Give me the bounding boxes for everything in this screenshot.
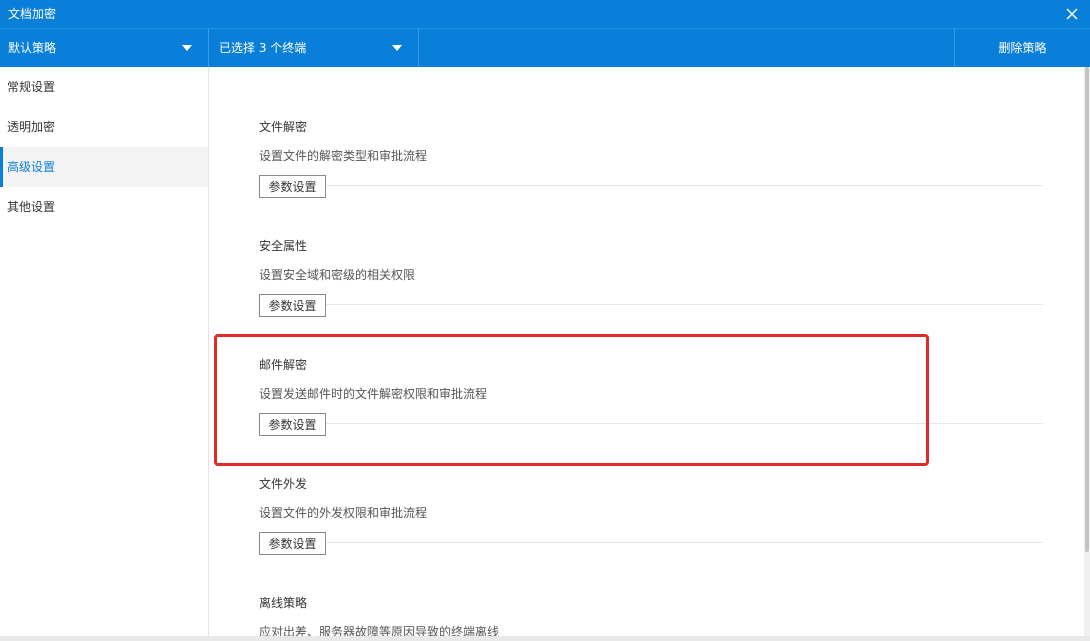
section-description: 设置文件的外发权限和审批流程 [259, 506, 428, 520]
terminals-dropdown[interactable]: 已选择 3 个终端 [209, 29, 419, 67]
sidebar-item-advanced[interactable]: 高级设置 [0, 147, 208, 187]
caret-down-icon [182, 45, 192, 51]
sidebar-item-other[interactable]: 其他设置 [0, 187, 208, 227]
title-bar: 文档加密 [0, 0, 1090, 28]
caret-down-icon [392, 45, 402, 51]
toolbar: 默认策略 已选择 3 个终端 删除策略 [0, 28, 1090, 67]
section-description: 设置发送邮件时的文件解密权限和审批流程 [259, 387, 488, 401]
sidebar: 常规设置 透明加密 高级设置 其他设置 [0, 67, 209, 641]
section-file-outgoing: 文件外发 设置文件的外发权限和审批流程 参数设置 [259, 424, 1043, 555]
section-title: 文件解密 [259, 120, 308, 134]
terminals-dropdown-label: 已选择 3 个终端 [219, 41, 307, 55]
sidebar-item-label: 透明加密 [7, 120, 56, 134]
content-scrollbar[interactable] [1084, 67, 1090, 637]
sidebar-item-label: 其他设置 [7, 200, 56, 214]
section-description: 设置安全域和密级的相关权限 [259, 268, 416, 282]
section-title: 离线策略 [259, 596, 308, 610]
section-security-attributes: 安全属性 设置安全域和密级的相关权限 参数设置 [259, 186, 1043, 317]
section-title: 文件外发 [259, 477, 308, 491]
sidebar-item-transparent-encryption[interactable]: 透明加密 [0, 107, 208, 147]
section-offline-policy: 离线策略 应对出差、服务器故障等原因导致的终端离线 [259, 543, 1043, 637]
section-title: 邮件解密 [259, 358, 308, 372]
sidebar-item-label: 高级设置 [7, 160, 56, 174]
delete-policy-button[interactable]: 删除策略 [954, 29, 1090, 67]
settings-content: 文件解密 设置文件的解密类型和审批流程 参数设置 安全属性 设置安全域和密级的相… [210, 67, 1080, 637]
bottom-border [0, 636, 1090, 641]
sidebar-item-general[interactable]: 常规设置 [0, 67, 208, 107]
policy-dropdown-label: 默认策略 [8, 41, 57, 55]
scrollbar-thumb[interactable] [1085, 67, 1089, 552]
close-icon[interactable] [1062, 4, 1082, 24]
section-description: 设置文件的解密类型和审批流程 [259, 149, 428, 163]
section-file-decryption: 文件解密 设置文件的解密类型和审批流程 参数设置 [259, 67, 1043, 198]
sidebar-item-label: 常规设置 [7, 80, 56, 94]
policy-dropdown[interactable]: 默认策略 [0, 29, 209, 67]
section-email-decryption: 邮件解密 设置发送邮件时的文件解密权限和审批流程 参数设置 [259, 305, 1043, 436]
window-title: 文档加密 [8, 7, 57, 21]
section-title: 安全属性 [259, 239, 308, 253]
